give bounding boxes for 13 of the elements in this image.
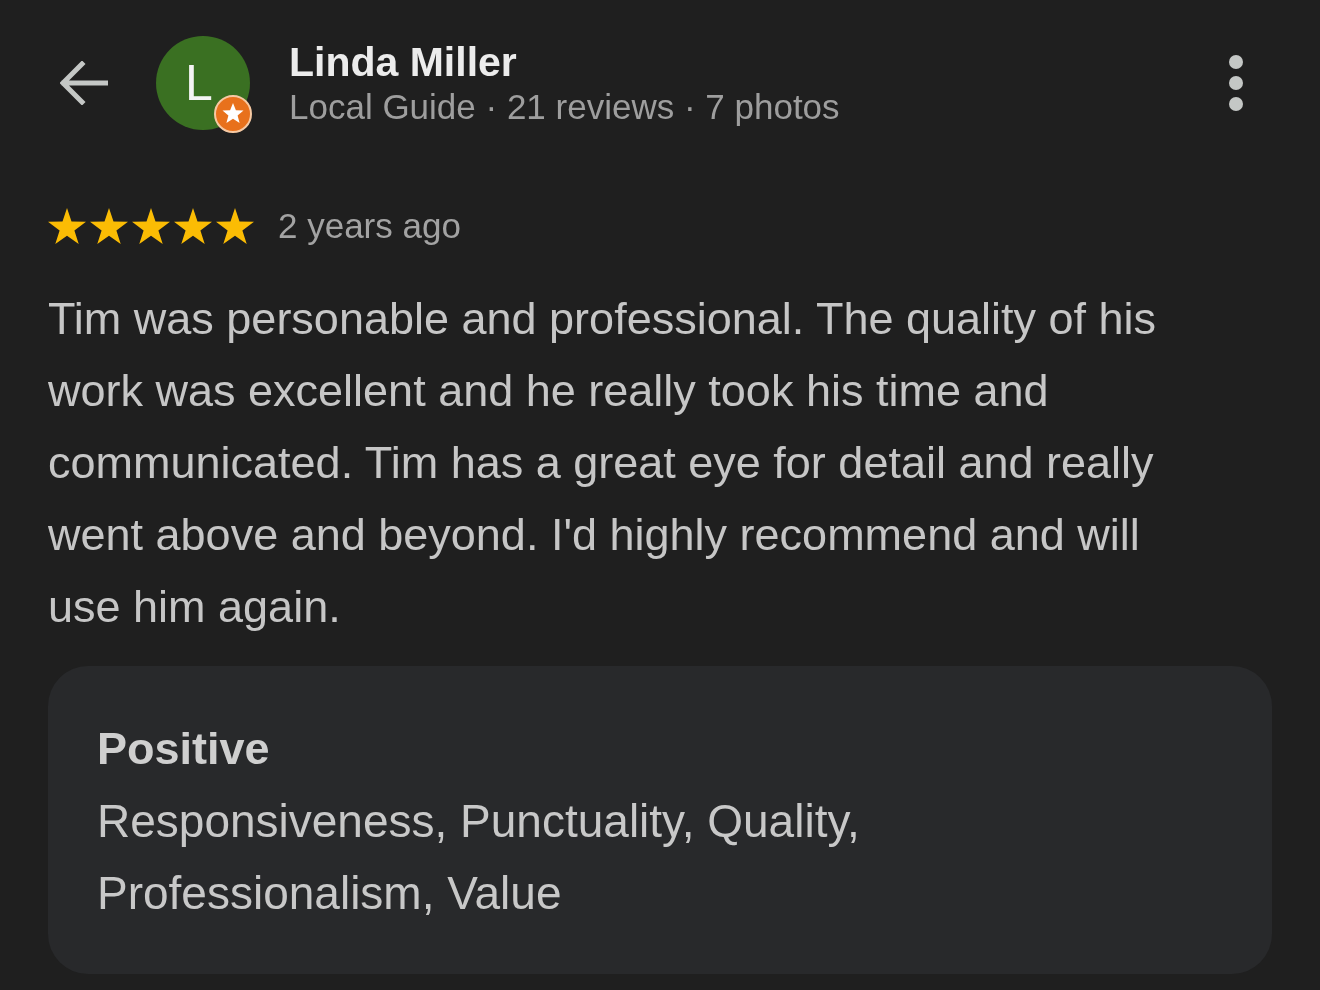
review-text: Tim was personable and professional. The quality of his work was excellent and he really took his time and communicated. Tim has a great eye for detail and really went above and beyond. I'd highly recommend and will use him again. [48,292,1158,634]
star-icon [174,208,212,244]
reviewer-details: Local Guide · 21 reviews · 7 photos [289,86,840,128]
star-icon [90,208,128,244]
highlights-title: Positive [97,722,270,776]
review-time: 2 years ago [278,206,461,246]
back-arrow-icon[interactable] [60,61,108,105]
star-icon [48,208,86,244]
reviewer-name[interactable]: Linda Miller [289,38,517,86]
star-icon [132,208,170,244]
star-icon [216,208,254,244]
highlights-list: Responsiveness, Punctuality, Quality, Professionalism, Value [97,785,1157,929]
more-options-icon[interactable] [1228,54,1244,112]
